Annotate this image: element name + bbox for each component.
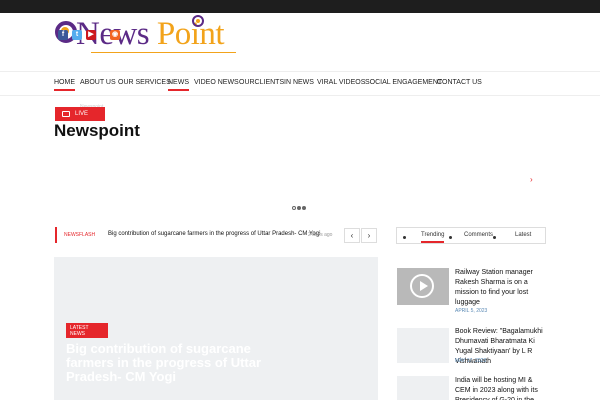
nav-item-video-news[interactable]: VIDEO NEWS <box>194 79 239 86</box>
tab-latest[interactable]: Latest <box>515 232 531 238</box>
facebook-icon[interactable]: f <box>58 30 68 40</box>
hero-title[interactable]: Big contribution of sugarcane farmers in… <box>66 342 296 384</box>
nav-item-contact-us[interactable]: CONTACT US <box>437 79 482 86</box>
live-badge[interactable]: LIVE <box>55 107 105 121</box>
sidebar-post-date: APRIL 5, 2023 <box>455 308 488 314</box>
sidebar-post-date: MAY 17, 2023 <box>455 358 487 364</box>
newsflash-time: 2 days ago <box>308 232 333 238</box>
slider-dot[interactable] <box>297 206 301 210</box>
nav-item-social-engagement[interactable]: SOCIAL ENGAGEMENT <box>365 79 442 86</box>
main-nav: HOME ABOUT US OUR SERVICES NEWS VIDEO NEWS OU… <box>0 71 600 96</box>
slider-next-button[interactable]: › <box>530 175 533 184</box>
nav-item-news[interactable]: NEWS <box>168 79 189 91</box>
location-pin-icon <box>192 15 204 27</box>
nav-item-our-services[interactable]: OUR SERVICES <box>118 79 171 86</box>
slider-dot[interactable] <box>292 206 296 210</box>
nav-item-home[interactable]: HOME <box>54 79 75 91</box>
twitter-icon[interactable]: t <box>72 30 82 40</box>
newsflash-label: NEWSFLASH <box>55 227 103 243</box>
tab-dot-icon <box>493 236 496 239</box>
newsflash-headline[interactable]: Big contribution of sugarcane farmers in… <box>108 231 320 237</box>
post-thumbnail[interactable] <box>397 376 449 400</box>
newsflash-prev-button[interactable]: ‹ <box>344 228 360 243</box>
rss-icon[interactable]: ◉ <box>110 30 120 40</box>
live-label: LIVE <box>75 111 89 117</box>
tab-trending[interactable]: Trending <box>421 232 445 243</box>
nav-item-about-us[interactable]: ABOUT US <box>80 79 116 86</box>
newsflash-next-button[interactable]: › <box>361 228 377 243</box>
page-title: Newspoint <box>54 121 140 140</box>
post-thumbnail[interactable] <box>397 328 449 363</box>
site-logo[interactable]: News Point <box>55 15 240 67</box>
hero-category-badge[interactable]: LATEST NEWS <box>66 323 108 338</box>
slider-dot[interactable] <box>302 206 306 210</box>
nav-item-viral-videos[interactable]: VIRAL VIDEOS <box>317 79 365 86</box>
logo-underline <box>91 52 236 53</box>
slider-dots[interactable] <box>292 197 307 215</box>
nav-item-in-news[interactable]: IN NEWS <box>284 79 314 86</box>
play-icon[interactable] <box>410 274 434 298</box>
tab-comments[interactable]: Comments <box>464 232 493 238</box>
sidebar-tabs: Trending Comments Latest <box>396 227 546 244</box>
tv-icon <box>62 111 70 117</box>
top-bar <box>0 0 600 13</box>
tab-dot-icon <box>449 236 452 239</box>
nav-item-ourclients[interactable]: OURCLIENTS <box>239 79 284 86</box>
tab-dot-icon <box>403 236 406 239</box>
sidebar-post-title[interactable]: India will be hosting MI & CEM in 2023 a… <box>455 376 547 400</box>
youtube-icon[interactable]: ▶ <box>86 30 96 40</box>
sidebar-post-title[interactable]: Railway Station manager Rakesh Sharma is… <box>455 268 547 308</box>
